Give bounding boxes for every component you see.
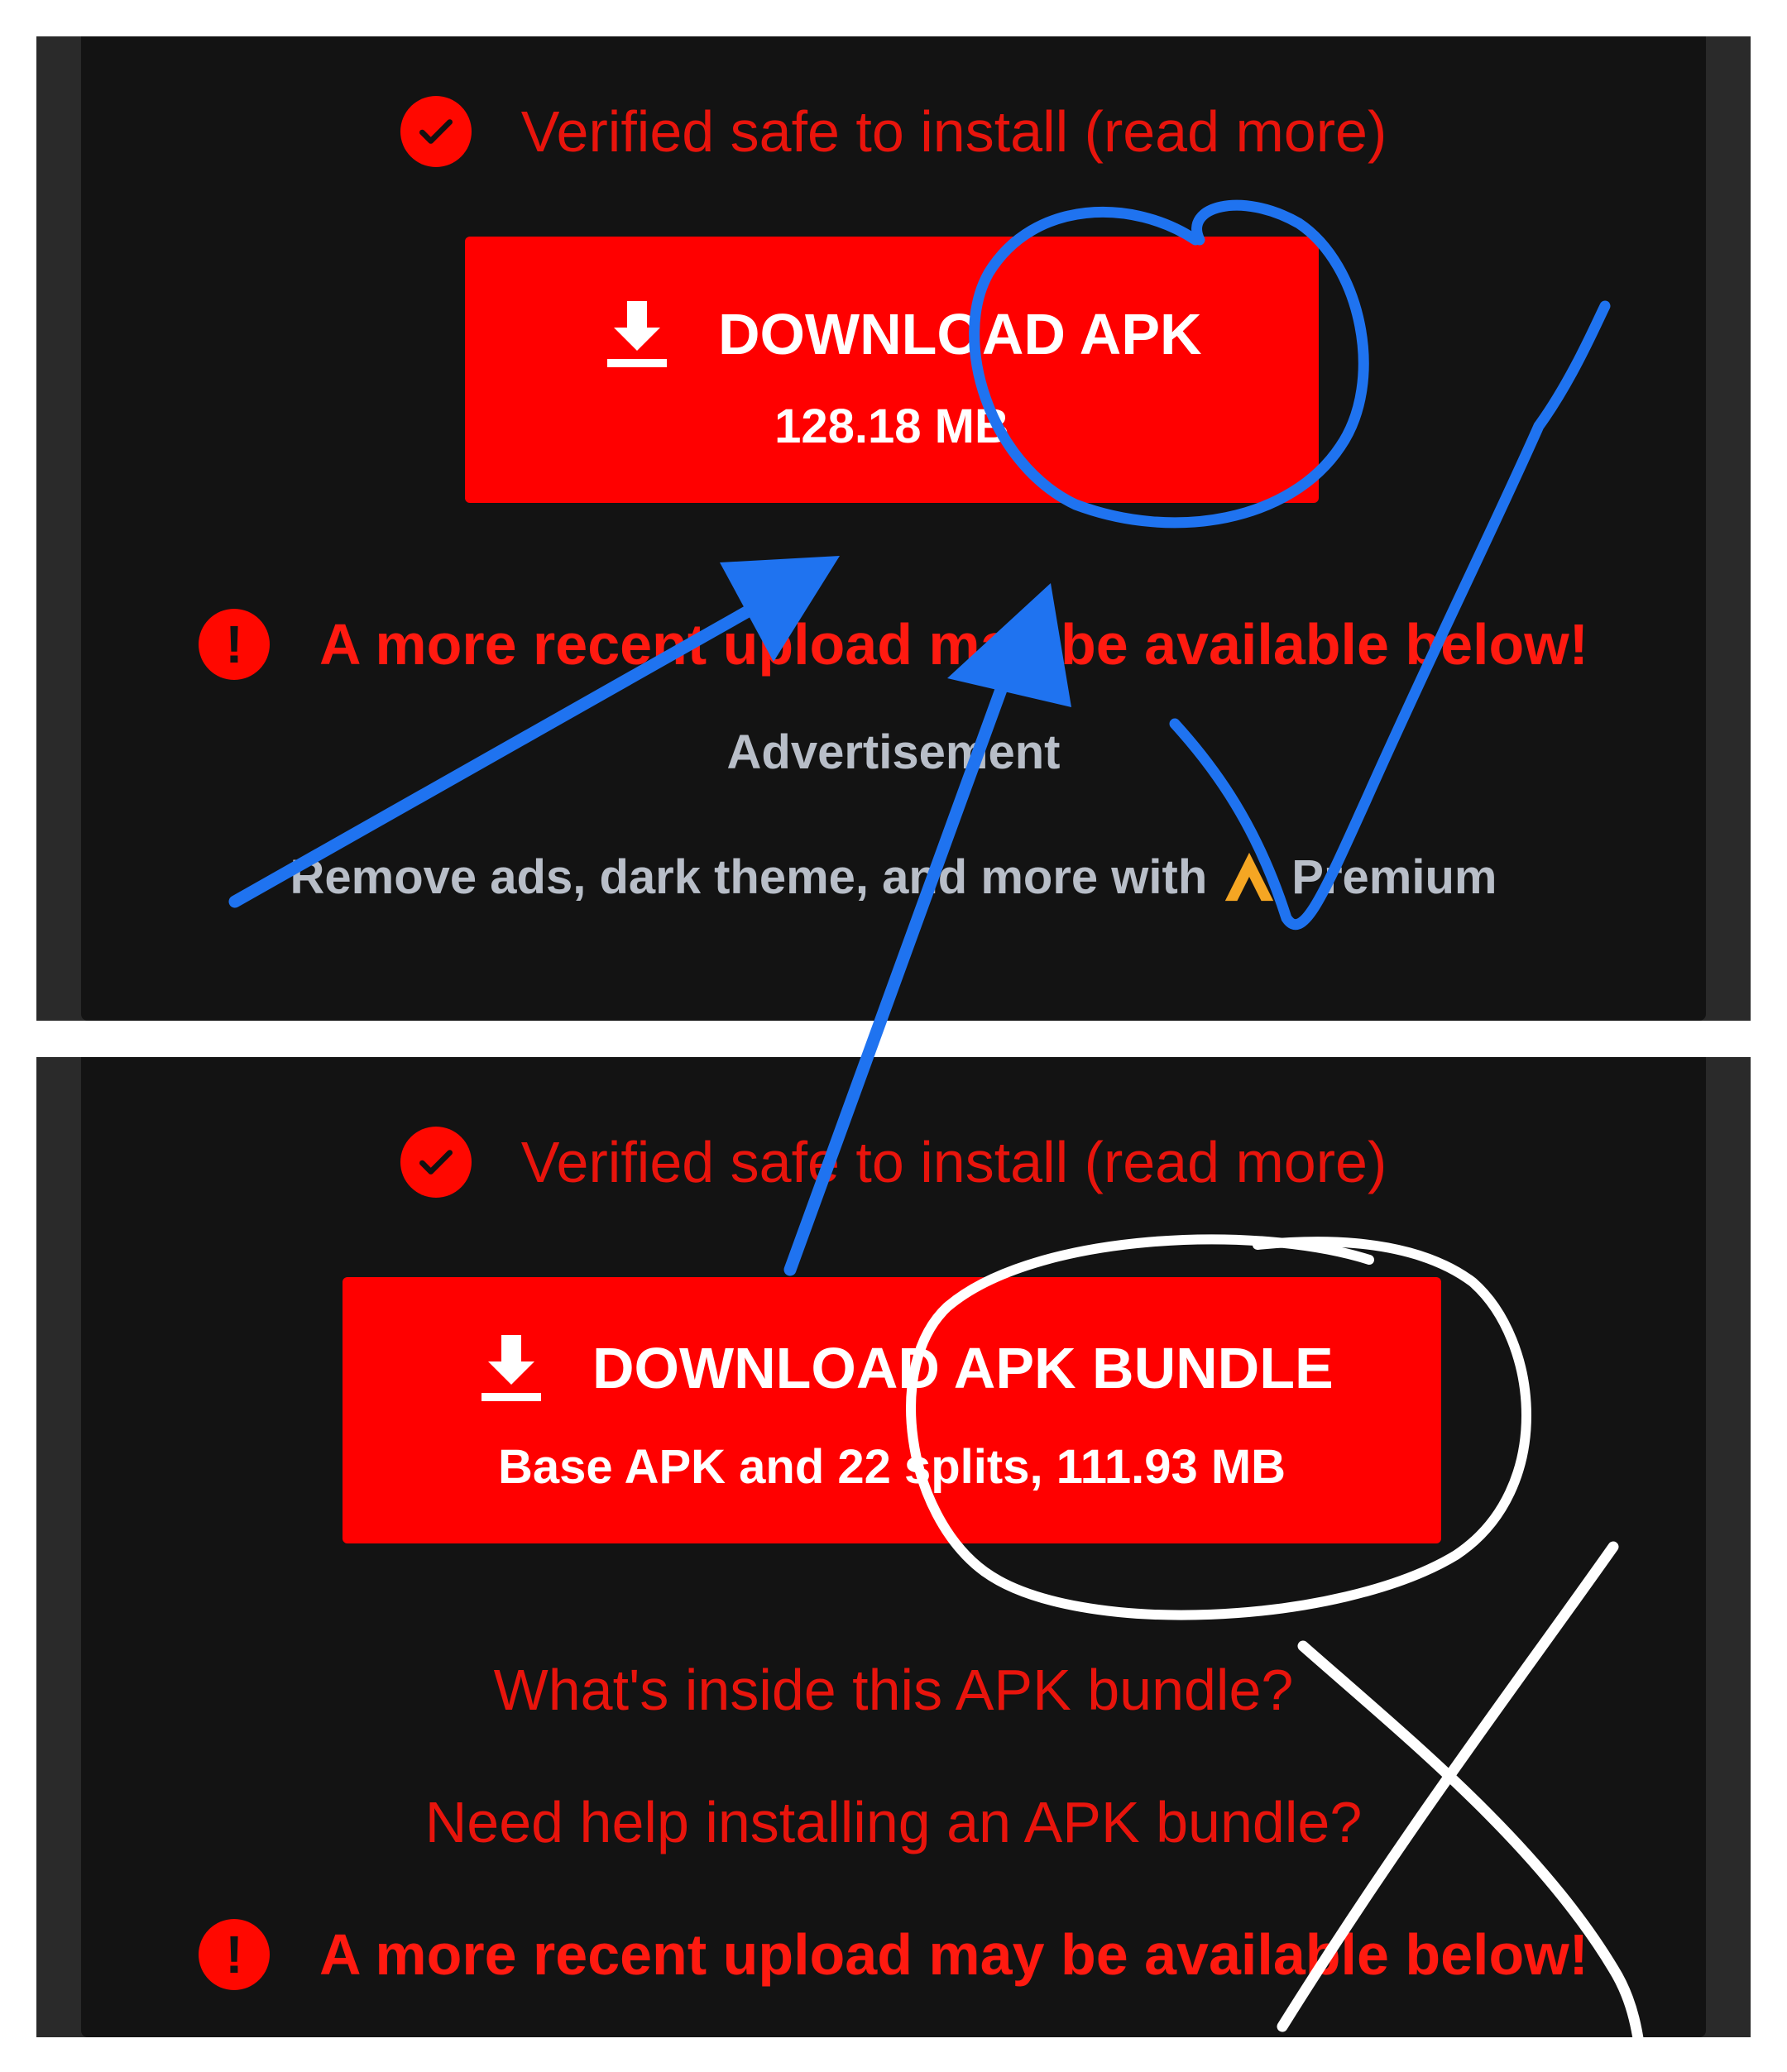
whats-inside-link-row[interactable]: What's inside this APK bundle?: [81, 1644, 1706, 1735]
premium-promo-prefix: Remove ads, dark theme, and more with: [290, 849, 1208, 904]
recent-upload-warning-bottom: ! A more recent upload may be available …: [81, 1909, 1706, 2000]
exclamation-circle-icon: !: [199, 609, 270, 680]
recent-upload-warning-text: A more recent upload may be available be…: [319, 1922, 1588, 1987]
top-panel-content: Verified safe to install (read more) DOW…: [81, 36, 1706, 1021]
check-circle-icon: [400, 1127, 472, 1198]
download-apk-size: 128.18 MB: [774, 400, 1009, 453]
recent-upload-warning: ! A more recent upload may be available …: [81, 599, 1706, 690]
download-bundle-details: Base APK and 22 splits, 111.93 MB: [497, 1440, 1286, 1494]
download-icon: [607, 301, 667, 367]
exclamation-circle-icon: !: [199, 1919, 270, 1990]
advertisement-label: Advertisement: [726, 725, 1061, 779]
install-bundle-help-link[interactable]: Need help installing an APK bundle?: [425, 1789, 1363, 1855]
premium-promo-text[interactable]: Remove ads, dark theme, and more with Pr…: [290, 848, 1497, 906]
download-icon: [481, 1335, 541, 1401]
bottom-panel: Verified safe to install (read more) DOW…: [36, 1057, 1751, 2037]
recent-upload-warning-text: A more recent upload may be available be…: [319, 612, 1588, 677]
top-panel: Verified safe to install (read more) DOW…: [36, 36, 1751, 1021]
download-bundle-label: DOWNLOAD APK BUNDLE: [592, 1336, 1334, 1400]
bottom-panel-content: Verified safe to install (read more) DOW…: [81, 1057, 1706, 2037]
download-bundle-title: DOWNLOAD APK BUNDLE: [472, 1323, 1334, 1413]
download-apk-bundle-button[interactable]: DOWNLOAD APK BUNDLE Base APK and 22 spli…: [343, 1277, 1441, 1543]
verified-row-bottom[interactable]: Verified safe to install (read more): [81, 1117, 1706, 1208]
install-help-link-row[interactable]: Need help installing an APK bundle?: [81, 1777, 1706, 1868]
verified-safe-link[interactable]: Verified safe to install (read more): [521, 98, 1387, 165]
download-apk-label: DOWNLOAD APK: [718, 302, 1202, 366]
premium-logo-icon: [1225, 852, 1274, 902]
download-apk-button[interactable]: DOWNLOAD APK 128.18 MB: [465, 237, 1319, 503]
download-apk-title: DOWNLOAD APK: [597, 294, 1202, 374]
whats-inside-bundle-link[interactable]: What's inside this APK bundle?: [494, 1657, 1294, 1723]
verified-safe-link[interactable]: Verified safe to install (read more): [521, 1129, 1387, 1195]
verified-row[interactable]: Verified safe to install (read more): [81, 86, 1706, 177]
check-circle-icon: [400, 96, 472, 167]
premium-promo-suffix: Premium: [1291, 849, 1497, 904]
premium-promo[interactable]: Remove ads, dark theme, and more with Pr…: [81, 835, 1706, 918]
advertisement-label-row: Advertisement: [81, 715, 1706, 789]
